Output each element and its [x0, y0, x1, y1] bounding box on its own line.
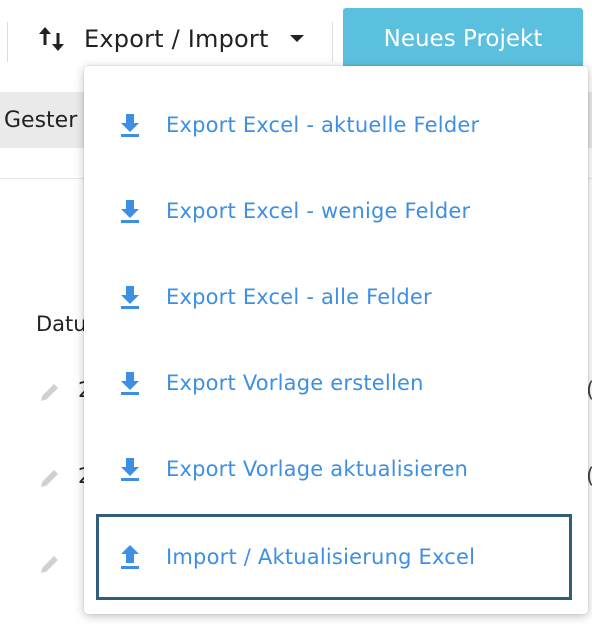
download-icon [121, 372, 139, 395]
column-header-date[interactable]: Datu [36, 312, 87, 336]
menu-item-label: Import / Aktualisierung Excel [166, 545, 476, 569]
export-import-label: Export / Import [84, 25, 269, 53]
toolbar-divider [332, 22, 333, 62]
pencil-icon[interactable] [38, 380, 62, 404]
download-icon [121, 114, 139, 137]
filter-label[interactable]: Gester [4, 108, 77, 133]
page: Export / Import Neues Projekt Gester Dat… [0, 0, 592, 624]
menu-item-label: Export Excel - alle Felder [166, 285, 432, 309]
export-import-button[interactable]: Export / Import [36, 14, 316, 64]
menu-item-export-excel-few[interactable]: Export Excel - wenige Felder [84, 168, 588, 254]
upload-icon [121, 545, 139, 569]
new-project-button[interactable]: Neues Projekt [343, 8, 583, 70]
menu-item-label: Export Excel - wenige Felder [166, 199, 471, 223]
menu-item-export-excel-current[interactable]: Export Excel - aktuelle Felder [84, 82, 588, 168]
sort-up-down-icon [39, 27, 64, 51]
menu-item-export-excel-all[interactable]: Export Excel - alle Felder [84, 254, 588, 340]
export-import-dropdown: Export Excel - aktuelle Felder Export Ex… [84, 66, 588, 614]
download-icon [121, 458, 139, 481]
toolbar-divider [7, 22, 8, 62]
caret-down-icon [289, 35, 304, 42]
pencil-icon[interactable] [38, 552, 62, 576]
menu-item-import-update-excel[interactable]: Import / Aktualisierung Excel [96, 514, 572, 600]
download-icon [121, 286, 139, 309]
menu-item-export-template-create[interactable]: Export Vorlage erstellen [84, 340, 588, 426]
menu-item-label: Export Vorlage aktualisieren [166, 457, 469, 481]
menu-item-label: Export Excel - aktuelle Felder [166, 113, 480, 137]
menu-item-export-template-update[interactable]: Export Vorlage aktualisieren [84, 426, 588, 512]
pencil-icon[interactable] [38, 466, 62, 490]
download-icon [121, 200, 139, 223]
menu-item-label: Export Vorlage erstellen [166, 371, 424, 395]
